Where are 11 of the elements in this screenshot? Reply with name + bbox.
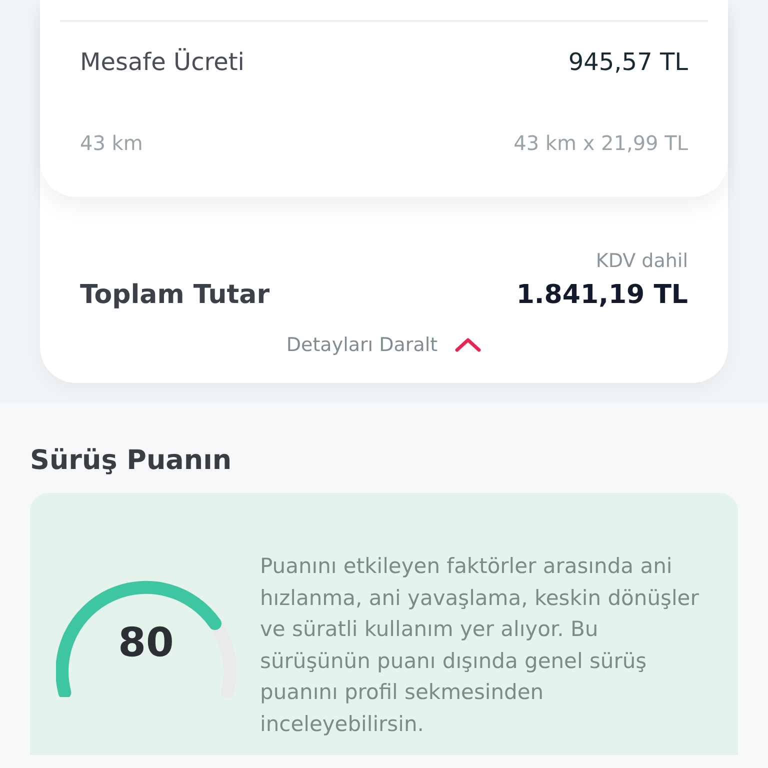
distance-label: 43 km: [80, 130, 143, 157]
fare-calculation: 43 km x 21,99 TL: [514, 130, 688, 157]
score-description: Puanını etkileyen faktörler arasında ani hızlanma, ani yavaşlama, keskin dönüşler ve süratli kullanım yer alıyor. Bu sürüşünün puanı dışında genel sürüş puanını profil sekmesinden inceleyebilirsin.: [260, 553, 700, 738]
score-value: 80: [117, 619, 175, 668]
collapse-details-link[interactable]: Detayları Daralt: [286, 330, 438, 359]
fare-label: Mesafe Ücreti: [80, 47, 244, 78]
total-label: Toplam Tutar: [80, 278, 270, 312]
fare-amount: 945,57 TL: [568, 47, 688, 78]
vat-note: KDV dahil: [596, 249, 688, 274]
total-amount: 1.841,19 TL: [516, 278, 688, 312]
section-title: Sürüş Puanın: [29, 444, 233, 478]
